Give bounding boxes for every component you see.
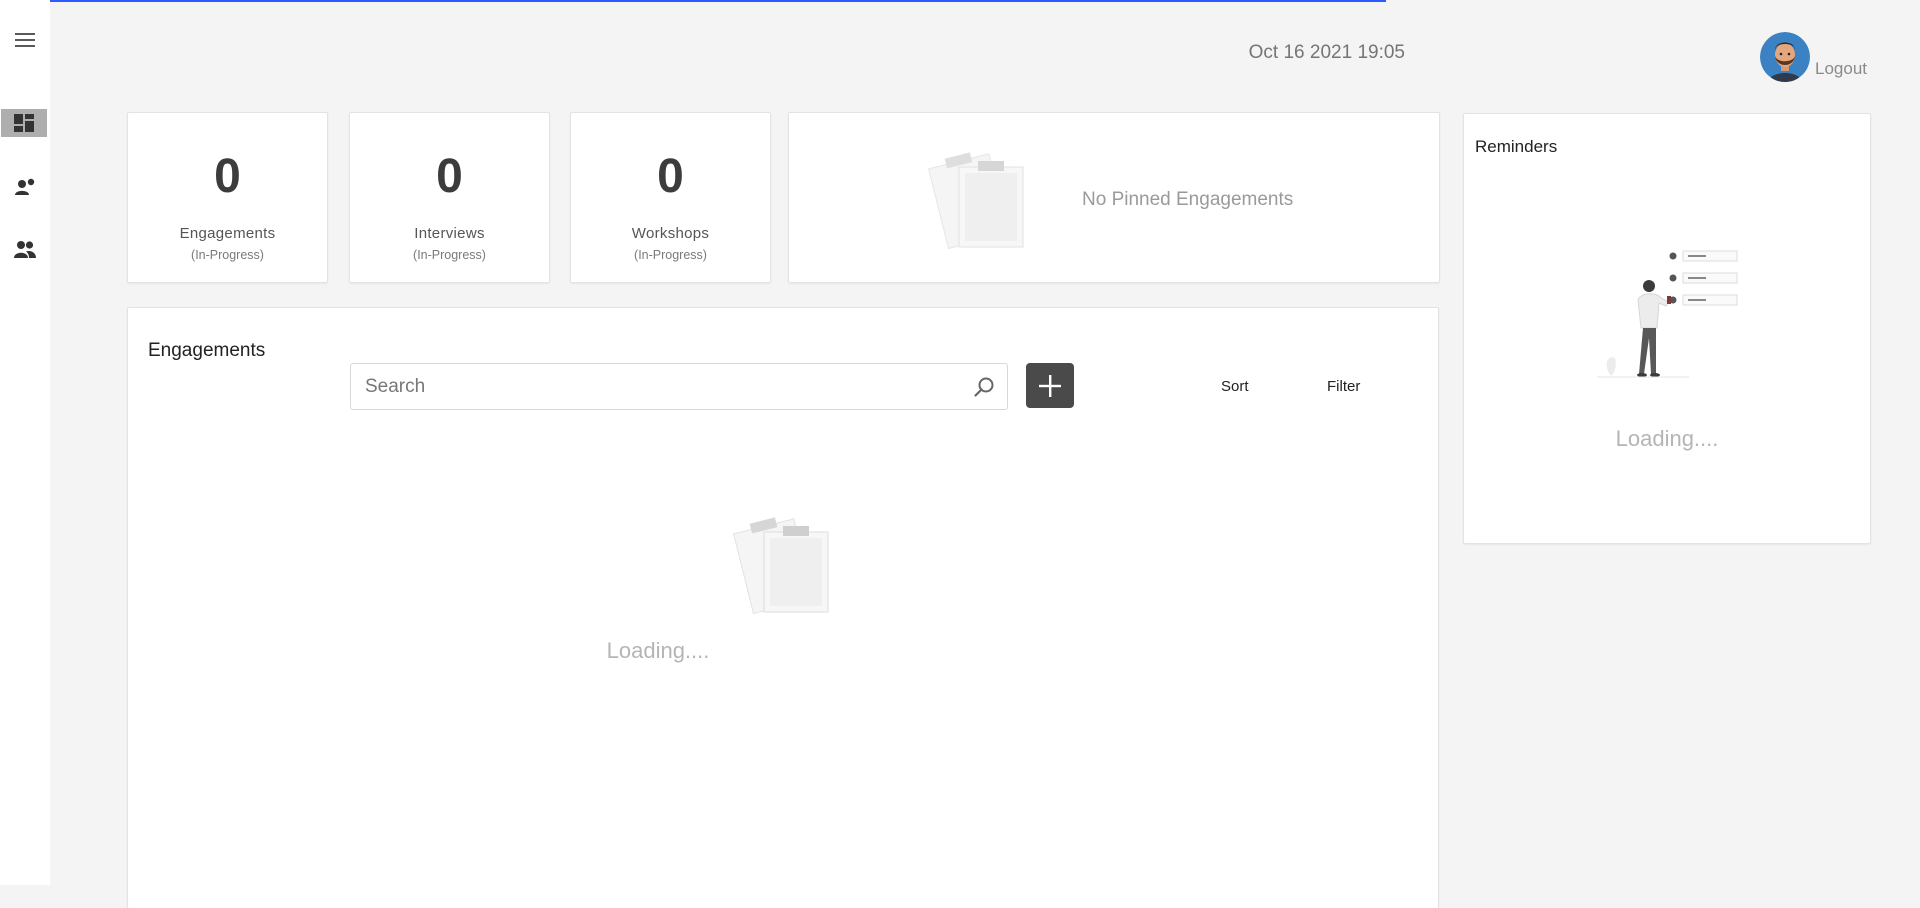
stat-label: Engagements bbox=[179, 225, 276, 242]
stat-card-workshops: 0 Workshops (In-Progress) bbox=[570, 112, 771, 283]
stat-value: 0 bbox=[436, 150, 463, 203]
checklist bbox=[1669, 250, 1738, 306]
logout-link[interactable]: Logout bbox=[1815, 59, 1867, 79]
stat-card-engagements: 0 Engagements (In-Progress) bbox=[127, 112, 328, 283]
add-engagement-button[interactable] bbox=[1026, 363, 1074, 408]
stat-label: Workshops bbox=[631, 225, 710, 242]
plant-leaf bbox=[1606, 357, 1616, 376]
reminders-loading-text: Loading.... bbox=[1615, 426, 1719, 451]
pinned-empty-text: No Pinned Engagements bbox=[1082, 189, 1294, 210]
engagements-title: Engagements bbox=[148, 340, 266, 361]
reminders-panel: Reminders Loading.... bbox=[1463, 113, 1871, 544]
menu-button[interactable] bbox=[0, 26, 50, 54]
sidebar-item-interviews[interactable] bbox=[0, 173, 50, 201]
sidebar-item-people[interactable] bbox=[0, 235, 50, 263]
person-checklist-illustration bbox=[1597, 250, 1738, 378]
stat-label: Interviews bbox=[414, 225, 485, 242]
engagements-loading-text: Loading.... bbox=[606, 638, 710, 663]
stat-sublabel: (In-Progress) bbox=[413, 248, 486, 262]
sidebar-item-dashboard[interactable] bbox=[1, 109, 47, 137]
sidebar bbox=[0, 0, 50, 885]
page-loading-progress-bar bbox=[0, 0, 1386, 2]
sort-button[interactable]: Sort bbox=[1221, 378, 1249, 395]
stat-value: 0 bbox=[657, 150, 684, 203]
dashboard-icon bbox=[14, 114, 34, 132]
engagements-panel: Engagements Sort Filter Loading.... bbox=[127, 307, 1439, 908]
search-box bbox=[350, 363, 1008, 410]
clipboard-icon bbox=[928, 152, 1024, 249]
user-avatar-icon bbox=[1760, 32, 1810, 82]
stat-value: 0 bbox=[214, 150, 241, 203]
stat-card-interviews: 0 Interviews (In-Progress) bbox=[349, 112, 550, 283]
pinned-engagements-card: No Pinned Engagements bbox=[788, 112, 1440, 283]
interviewer-icon bbox=[15, 178, 35, 195]
current-datetime: Oct 16 2021 19:05 bbox=[1248, 42, 1405, 63]
user-avatar[interactable] bbox=[1760, 32, 1810, 82]
people-icon bbox=[14, 241, 36, 258]
clipboard-icon bbox=[733, 517, 829, 614]
search-icon[interactable] bbox=[973, 376, 995, 398]
filter-button[interactable]: Filter bbox=[1327, 378, 1360, 395]
menu-icon bbox=[15, 33, 35, 47]
search-input[interactable] bbox=[351, 364, 951, 409]
stat-sublabel: (In-Progress) bbox=[191, 248, 264, 262]
stat-sublabel: (In-Progress) bbox=[634, 248, 707, 262]
plus-icon bbox=[1039, 374, 1061, 397]
person bbox=[1637, 280, 1671, 377]
reminders-title: Reminders bbox=[1475, 137, 1558, 156]
